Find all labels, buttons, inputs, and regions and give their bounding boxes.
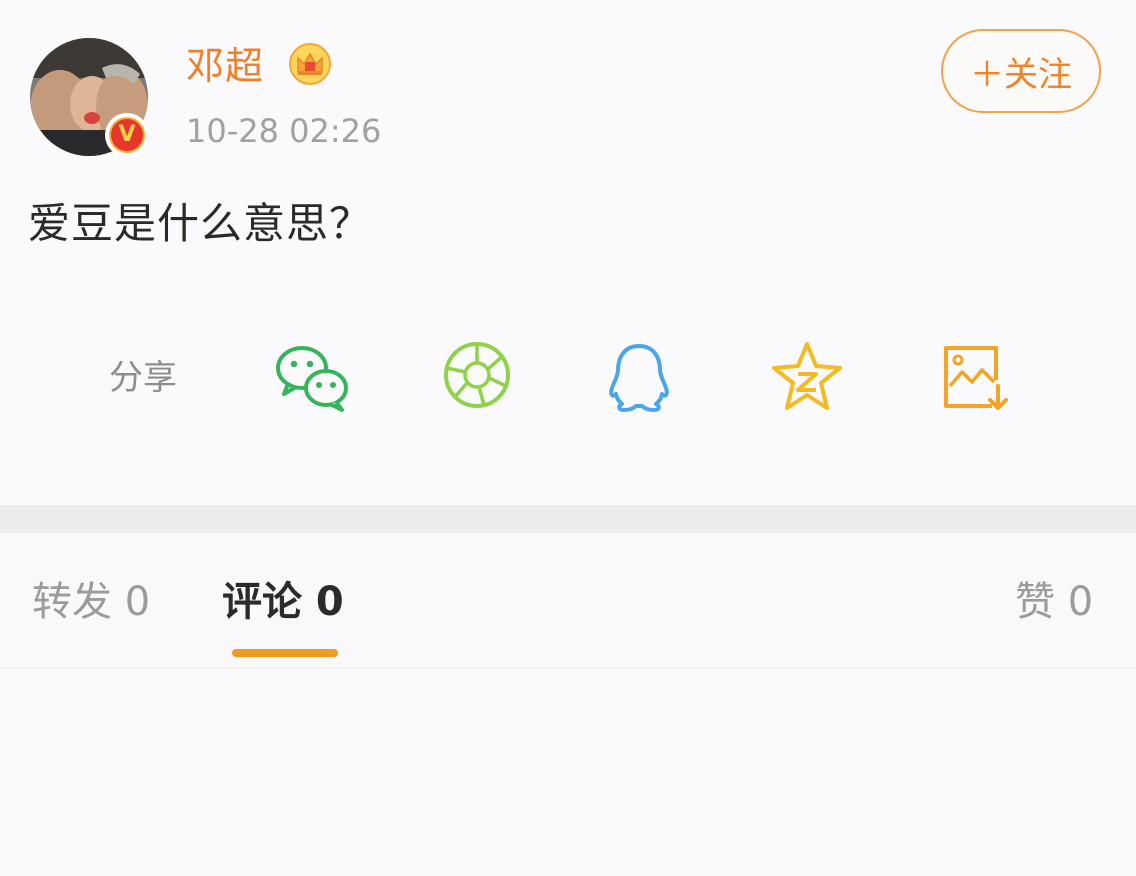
qq-icon[interactable] [600, 338, 678, 416]
tab-comment[interactable]: 评论 0 [222, 577, 344, 627]
verified-badge-label: V [109, 117, 145, 153]
interaction-tabs: 转发 0 评论 0 赞 0 [0, 533, 1136, 669]
moments-icon[interactable] [438, 336, 516, 414]
post-timestamp: 10-28 02:26 [186, 112, 382, 150]
wechat-icon[interactable] [272, 338, 350, 416]
tab-like[interactable]: 赞 0 [1015, 577, 1093, 627]
tab-repost[interactable]: 转发 0 [32, 577, 150, 627]
comments-area [0, 669, 1136, 876]
avatar[interactable]: V [30, 38, 149, 157]
active-tab-indicator [232, 649, 338, 657]
qzone-icon[interactable] [768, 338, 846, 416]
follow-button[interactable]: ＋关注 [941, 29, 1101, 113]
username[interactable]: 邓超 [186, 42, 264, 90]
verified-badge: V [105, 113, 149, 157]
share-label: 分享 [109, 358, 177, 398]
post-card: V 邓超 10-28 02:26 ＋关注 爱豆是什么意思？ 分享 [0, 0, 1136, 505]
post-text: 爱豆是什么意思？ [28, 199, 373, 248]
section-divider [0, 505, 1136, 533]
save-image-icon[interactable] [936, 338, 1014, 416]
crown-icon [289, 43, 331, 85]
